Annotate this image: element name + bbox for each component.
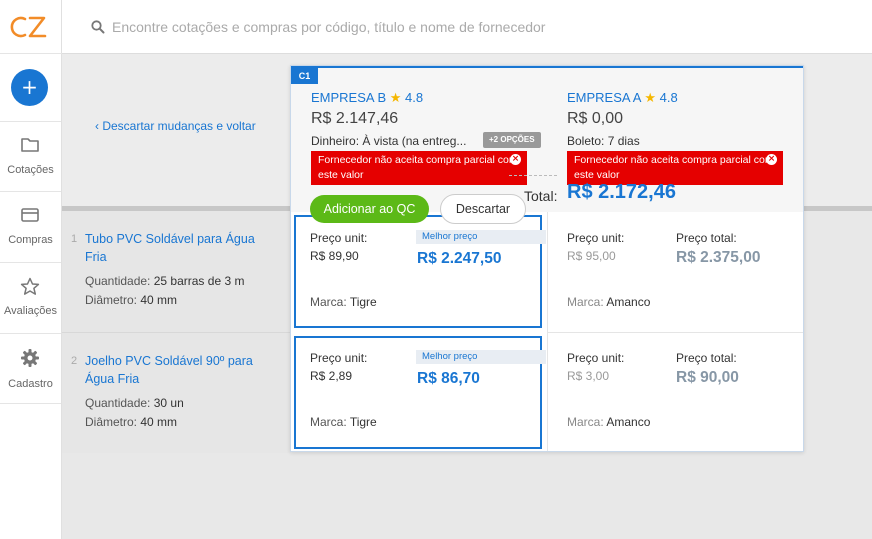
top-bar (62, 0, 872, 54)
new-quote-button[interactable]: + (11, 69, 48, 106)
supplier-b-card: EMPRESA B ★ 4.8 R$ 2.147,46 Dinheiro: À … (311, 90, 551, 185)
card-icon (21, 208, 39, 222)
discard-and-back-link[interactable]: ‹ Descartar mudanças e voltar (95, 119, 256, 133)
unit-price: R$ 89,90 (310, 249, 359, 263)
offer-cell-best[interactable]: Preço unit: R$ 89,90 Melhor preço R$ 2.2… (294, 215, 546, 328)
product-title[interactable]: Tubo PVC Soldável para Água Fria (85, 230, 275, 266)
sidebar-item-avaliacoes[interactable]: Avaliações (0, 262, 61, 332)
list-item: 1 Tubo PVC Soldável para Água Fria Quant… (62, 211, 291, 332)
product-list: 1 Tubo PVC Soldável para Água Fria Quant… (62, 211, 291, 453)
partial-purchase-warning: Fornecedor não aceita compra parcial com… (567, 151, 783, 185)
supplier-name[interactable]: EMPRESA B ★ 4.8 (311, 90, 551, 106)
payment-terms: Boleto: 7 dias (567, 134, 640, 148)
row-divider (548, 332, 803, 333)
sidebar-item-label: Cotações (7, 164, 54, 176)
total-price: R$ 90,00 (676, 369, 739, 386)
unit-price: R$ 3,00 (567, 369, 610, 383)
brand: Marca: Tigre (310, 295, 377, 309)
total-price: R$ 2.375,00 (676, 249, 761, 266)
sidebar-item-cadastro[interactable]: Cadastro (0, 333, 61, 404)
sidebar-item-compras[interactable]: Compras (0, 191, 61, 261)
offer-cell-best[interactable]: Preço unit: R$ 2,89 Melhor preço R$ 86,7… (294, 336, 546, 449)
diameter-row: Diâmetro: 40 mm (85, 293, 178, 307)
discard-button[interactable]: Descartar (440, 194, 526, 224)
diameter-row: Diâmetro: 40 mm (85, 415, 178, 429)
star-icon: ★ (644, 90, 656, 105)
star-icon: ★ (389, 90, 402, 105)
offer-cell[interactable]: Preço unit: R$ 95,00 Preço total: R$ 2.3… (550, 215, 798, 328)
sidebar-item-cotacoes[interactable]: Cotações (0, 121, 61, 191)
panel-header: C1 EMPRESA B ★ 4.8 R$ 2.147,46 Dinheiro:… (291, 66, 803, 212)
offer-cell[interactable]: Preço unit: R$ 3,00 Preço total: R$ 90,0… (550, 336, 798, 449)
close-icon[interactable]: × (766, 154, 777, 165)
close-icon[interactable]: × (510, 154, 521, 165)
item-number: 2 (71, 355, 78, 367)
brand: Marca: Amanco (567, 295, 651, 309)
sidebar-item-label: Cadastro (8, 378, 53, 390)
dashed-connector (509, 175, 557, 176)
supplier-total: R$ 2.147,46 (311, 110, 399, 127)
best-price-badge: Melhor preço (416, 230, 546, 244)
folder-icon (21, 138, 39, 152)
supplier-total: R$ 0,00 (567, 110, 624, 127)
app-logo[interactable] (0, 0, 62, 54)
gear-icon (21, 349, 39, 367)
comparison-tag: C1 (291, 68, 318, 84)
quantity-row: Quantidade: 25 barras de 3 m (85, 274, 245, 288)
sidebar-item-label: Avaliações (4, 305, 57, 317)
list-item: 2 Joelho PVC Soldável 90º para Água Fria… (62, 332, 291, 453)
search-input[interactable] (112, 16, 712, 38)
supplier-a-card: EMPRESA A ★ 4.8 R$ 0,00 Boleto: 7 dias F… (567, 90, 807, 185)
sidebar: + Cotações Compras Avaliações Cadastro (0, 0, 62, 539)
best-price-badge: Melhor preço (416, 350, 546, 364)
total-price: R$ 86,70 (417, 370, 480, 387)
star-icon (20, 277, 40, 295)
sidebar-item-label: Compras (8, 234, 53, 246)
brand: Marca: Tigre (310, 415, 377, 429)
quantity-row: Quantidade: 30 un (85, 396, 184, 410)
unit-price: R$ 95,00 (567, 249, 616, 263)
total-price: R$ 2.247,50 (417, 250, 502, 267)
payment-terms: Dinheiro: À vista (na entreg... (311, 134, 467, 148)
add-to-qc-button[interactable]: Adicionar ao QC (310, 195, 429, 223)
payment-options-badge[interactable]: +2 OPÇÕES (483, 132, 541, 148)
quote-comparison-panel: C1 EMPRESA B ★ 4.8 R$ 2.147,46 Dinheiro:… (290, 65, 804, 452)
item-number: 1 (71, 233, 78, 245)
partial-purchase-warning: Fornecedor não aceita compra parcial com… (311, 151, 527, 185)
total-label: Total: (524, 188, 558, 204)
unit-price: R$ 2,89 (310, 369, 353, 383)
brand: Marca: Amanco (567, 415, 651, 429)
supplier-name[interactable]: EMPRESA A ★ 4.8 (567, 90, 807, 106)
search-icon (91, 20, 105, 34)
total-value: R$ 2.172,46 (567, 181, 676, 203)
product-title[interactable]: Joelho PVC Soldável 90º para Água Fria (85, 352, 275, 388)
